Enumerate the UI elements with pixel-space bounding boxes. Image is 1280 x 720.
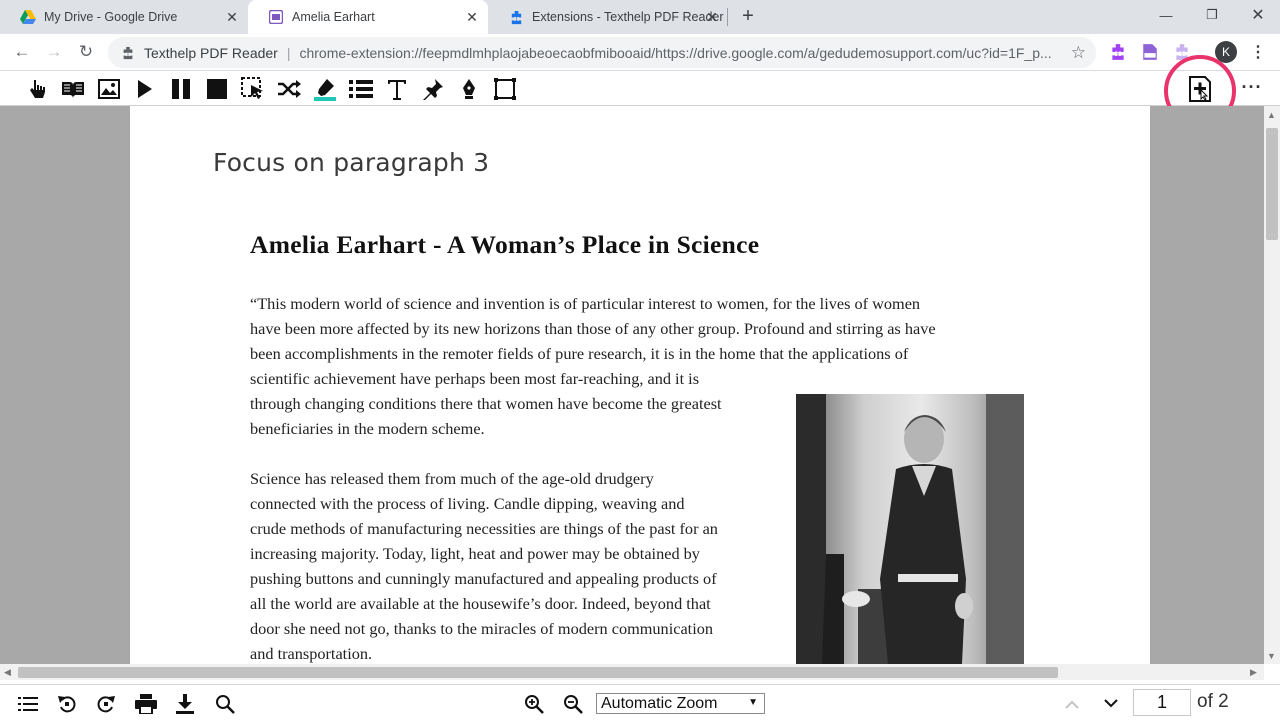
extension-puzzle-icon[interactable] (1107, 41, 1129, 63)
zoom-select[interactable]: Automatic Zoom ▼ (596, 693, 765, 714)
puzzle-piece-icon (120, 45, 136, 61)
paragraph-line: and transportation. (250, 644, 373, 663)
zoom-out-icon[interactable] (562, 693, 584, 715)
forward-arrow-icon[interactable]: → (42, 40, 66, 64)
pdf-extension-icon[interactable] (1139, 41, 1161, 63)
tab-strip: My Drive - Google Drive ✕ Amelia Earhart… (0, 0, 1280, 34)
paragraph-line: “This modern world of science and invent… (250, 294, 921, 313)
page-number-input[interactable]: 1 (1133, 689, 1191, 716)
scroll-left-arrow-icon[interactable]: ◀ (4, 667, 11, 678)
collect-highlights-list-icon[interactable] (348, 76, 374, 102)
zoom-in-icon[interactable] (523, 693, 545, 715)
tab-close-icon[interactable]: ✕ (464, 9, 480, 25)
selection-reader-icon[interactable] (240, 76, 266, 102)
tab-close-icon[interactable]: ✕ (224, 9, 240, 25)
puzzle-piece-icon (508, 9, 524, 25)
horizontal-scroll-thumb[interactable] (18, 667, 1058, 678)
paragraph-line: door she need not go, thanks to the mira… (250, 619, 713, 638)
picture-dictionary-icon[interactable] (96, 76, 122, 102)
vertical-scroll-thumb[interactable] (1266, 128, 1278, 240)
sidebar-toggle-icon[interactable] (17, 693, 39, 715)
pin-icon[interactable] (420, 76, 446, 102)
minimize-icon[interactable]: — (1143, 0, 1189, 30)
amelia-earhart-photo (796, 394, 1024, 664)
pdf-bottom-toolbar: Automatic Zoom ▼ 1 of 2 (0, 684, 1280, 720)
chevron-down-icon: ▼ (748, 697, 758, 708)
paragraph-line: pushing buttons and cunningly manufactur… (250, 569, 717, 588)
text-annotation-icon[interactable] (384, 76, 410, 102)
paragraph-2[interactable]: Science has released them from much of t… (250, 466, 718, 664)
scroll-down-arrow-icon[interactable]: ▼ (1267, 651, 1276, 661)
pause-icon[interactable] (168, 76, 194, 102)
hover-speech-icon[interactable] (24, 76, 50, 102)
tab-divider (727, 8, 728, 26)
window-close-icon[interactable]: ✕ (1235, 0, 1280, 30)
pdf-reader-icon (268, 9, 284, 25)
pdf-viewer: Focus on paragraph 3 Amelia Earhart - A … (0, 106, 1280, 664)
tab-extensions[interactable]: Extensions - Texthelp PDF Reader ✕ (488, 0, 728, 34)
paragraph-line: scientific achievement have perhaps been… (250, 369, 700, 388)
origin-separator: | (286, 44, 291, 61)
tab-title: Extensions - Texthelp PDF Reader (532, 10, 724, 24)
document-title: Amelia Earhart - A Woman’s Place in Scie… (250, 230, 760, 259)
play-icon[interactable] (132, 76, 158, 102)
previous-page-icon[interactable] (1061, 693, 1083, 715)
screen-mask-icon[interactable] (492, 76, 518, 102)
chrome-menu-icon[interactable]: ⋮ (1250, 41, 1266, 63)
focus-heading: Focus on paragraph 3 (213, 148, 490, 177)
back-arrow-icon[interactable]: ← (10, 40, 34, 64)
download-icon[interactable] (174, 693, 196, 715)
tab-title: Amelia Earhart (292, 10, 375, 24)
stop-icon[interactable] (204, 76, 230, 102)
tab-close-icon[interactable]: ✕ (704, 9, 720, 25)
tab-title: My Drive - Google Drive (44, 10, 178, 24)
paragraph-line: connected with the process of living. Ca… (250, 494, 685, 513)
restore-icon[interactable]: ❐ (1189, 0, 1235, 30)
address-bar[interactable]: Texthelp PDF Reader | chrome-extension:/… (108, 37, 1096, 68)
bookmark-star-icon[interactable]: ☆ (1071, 43, 1086, 63)
next-page-icon[interactable] (1100, 693, 1122, 715)
print-icon[interactable] (135, 693, 157, 715)
paragraph-line: all the world are available at the house… (250, 594, 711, 613)
paragraph-line: Science has released them from much of t… (250, 469, 654, 488)
url-text[interactable]: chrome-extension://feepmdlmhplaojabeoeca… (299, 45, 1069, 61)
shuffle-icon[interactable] (276, 76, 302, 102)
pdf-page: Focus on paragraph 3 Amelia Earhart - A … (130, 106, 1150, 664)
scroll-right-arrow-icon[interactable]: ▶ (1250, 667, 1257, 678)
tab-google-drive[interactable]: My Drive - Google Drive ✕ (0, 0, 248, 34)
tab-amelia-earhart[interactable]: Amelia Earhart ✕ (248, 0, 488, 34)
rotate-clockwise-icon[interactable] (95, 693, 117, 715)
highlighter-icon[interactable] (312, 76, 338, 102)
rotate-counterclockwise-icon[interactable] (56, 693, 78, 715)
new-tab-icon[interactable]: + (738, 6, 758, 27)
navigation-bar: ← → ↻ Texthelp PDF Reader | chrome-exten… (0, 34, 1280, 71)
zoom-select-value: Automatic Zoom (601, 694, 718, 712)
page-total: of 2 (1197, 691, 1229, 712)
scroll-up-arrow-icon[interactable]: ▲ (1267, 110, 1276, 120)
search-icon[interactable] (214, 693, 236, 715)
paragraph-line: crude methods of manufacturing necessiti… (250, 519, 718, 538)
google-drive-icon (20, 9, 36, 25)
paragraph-line: have been more affected by its new horiz… (250, 319, 936, 338)
dictionary-book-icon[interactable] (60, 76, 86, 102)
site-origin: Texthelp PDF Reader (144, 44, 278, 61)
paragraph-line: been accomplishments in the remoter fiel… (250, 344, 909, 363)
reload-icon[interactable]: ↻ (74, 40, 98, 64)
pen-nib-icon[interactable] (456, 76, 482, 102)
texthelp-toolbar (0, 71, 1280, 106)
paragraph-line: increasing majority. Today, light, heat … (250, 544, 700, 563)
more-options-icon[interactable]: ··· (1241, 76, 1263, 98)
